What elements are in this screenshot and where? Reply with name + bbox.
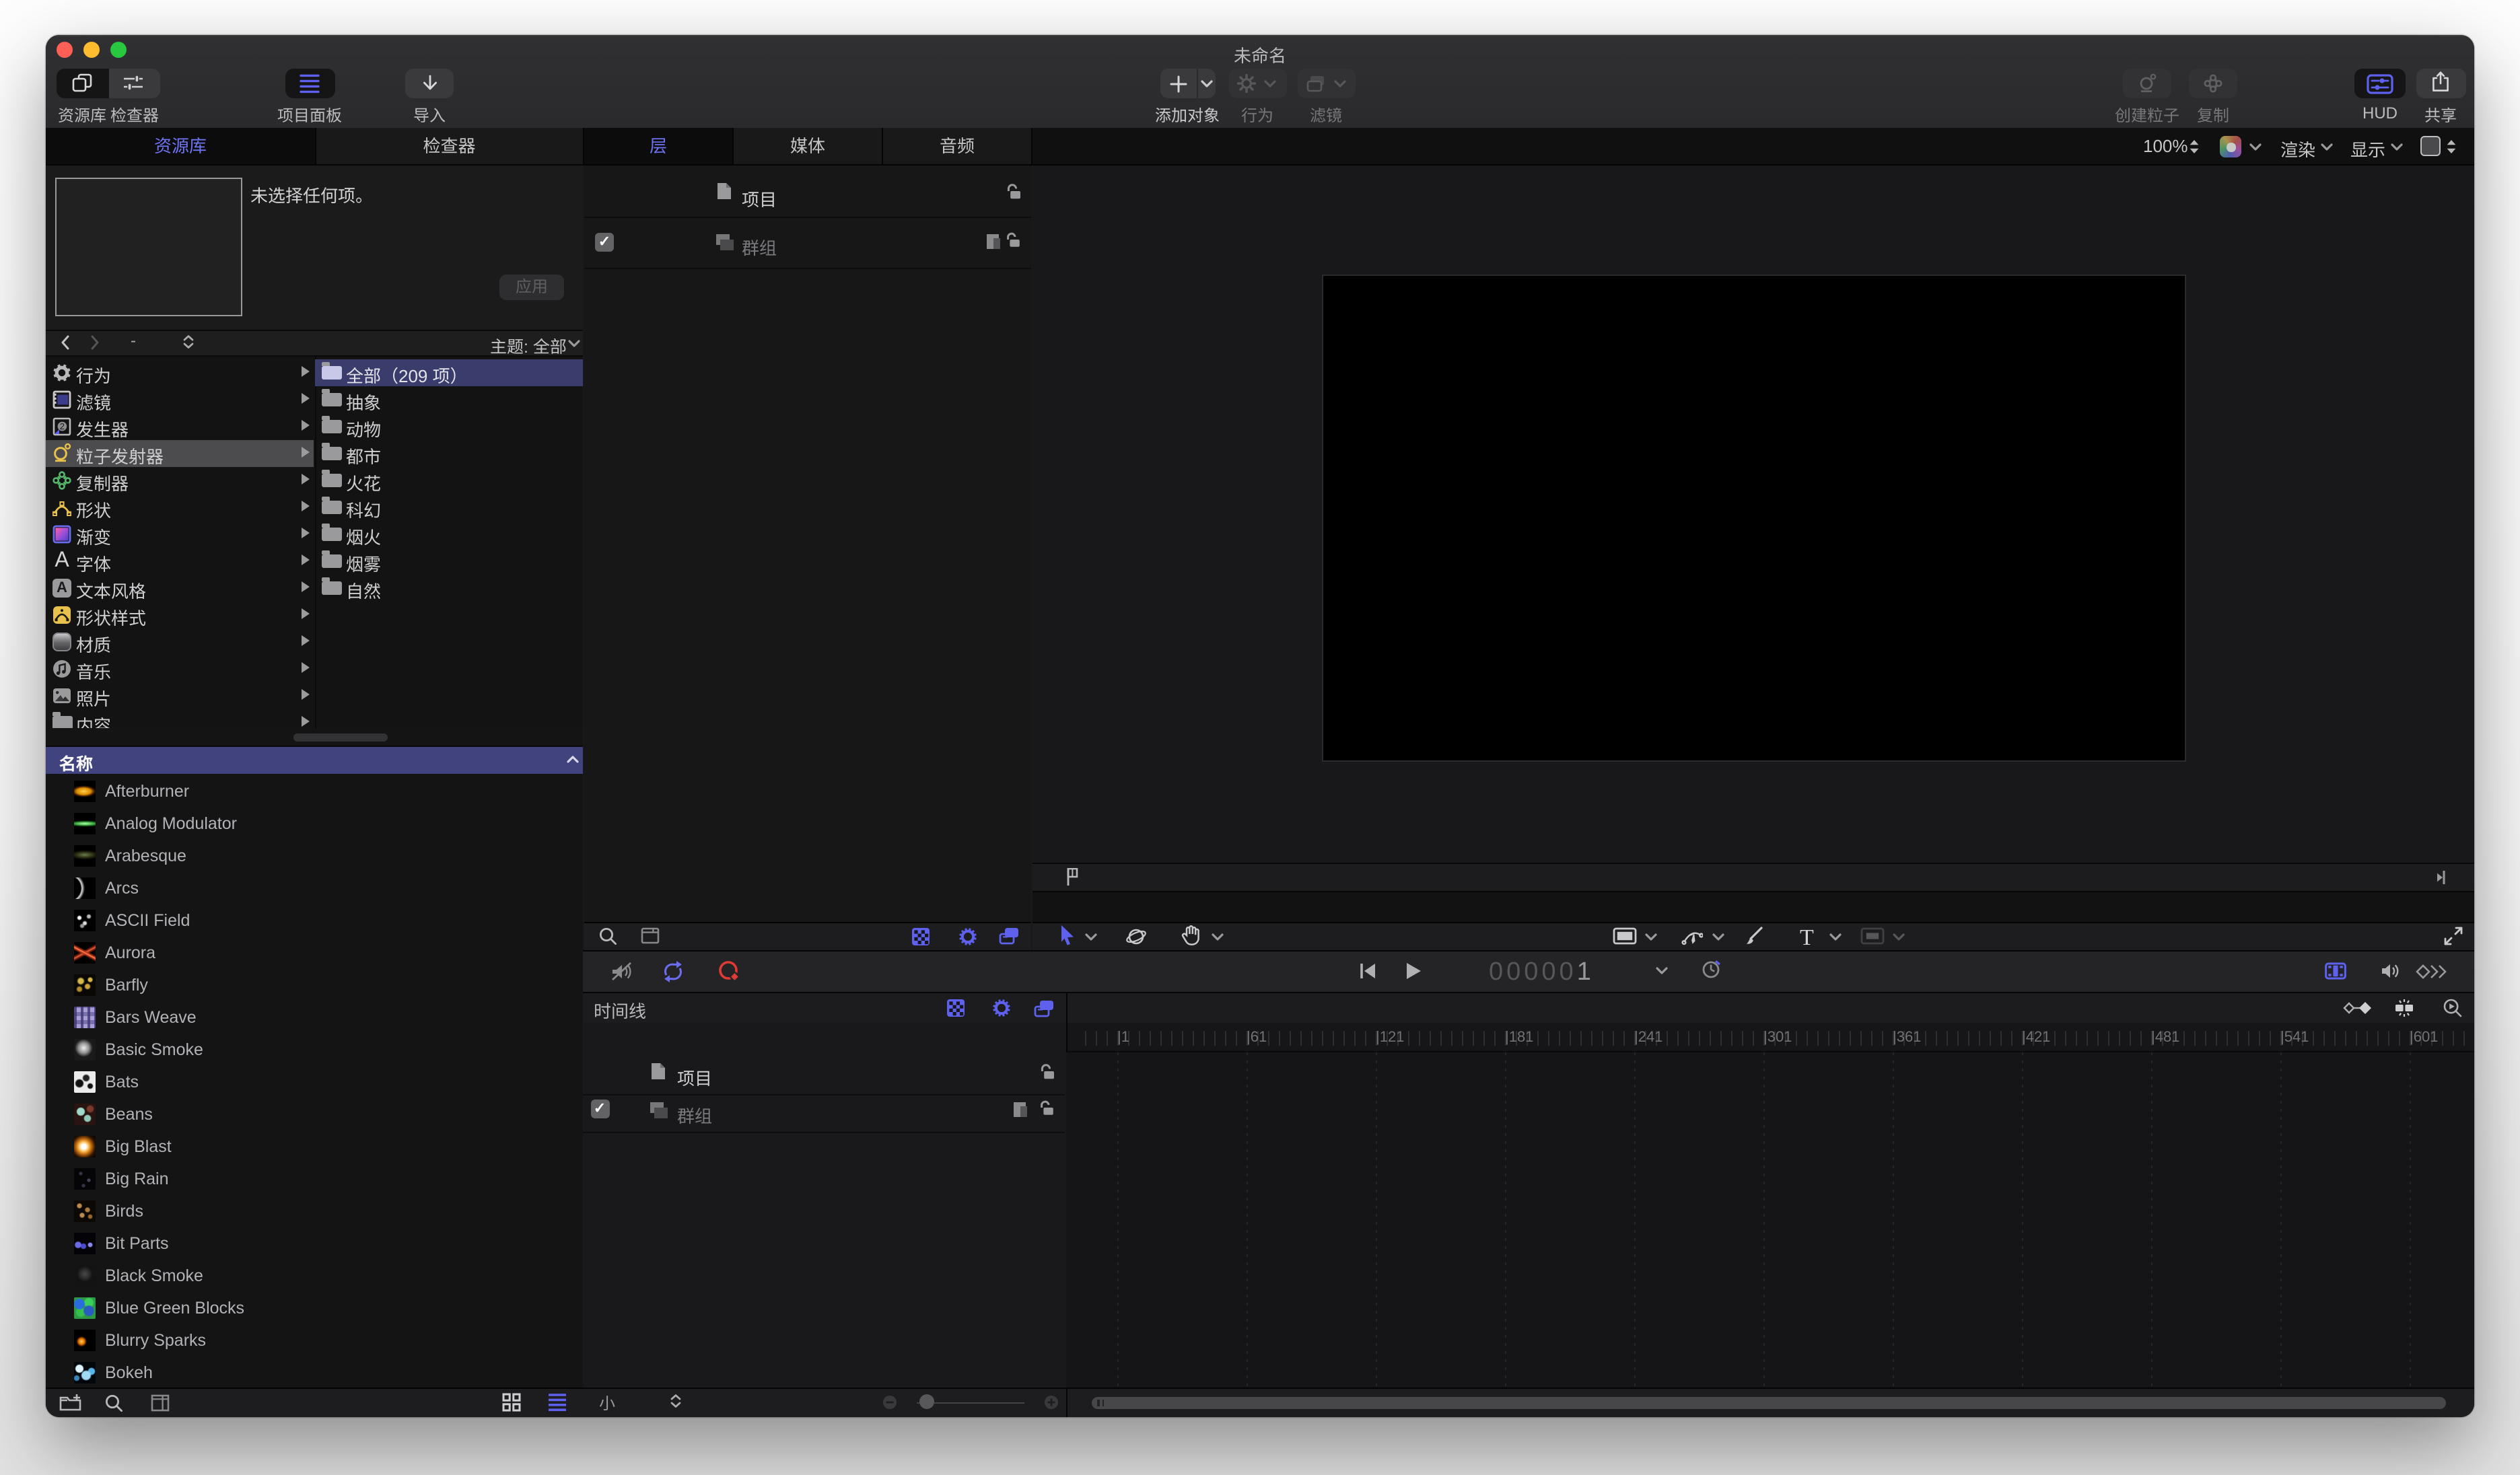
svg-text:2: 2 <box>60 421 65 431</box>
